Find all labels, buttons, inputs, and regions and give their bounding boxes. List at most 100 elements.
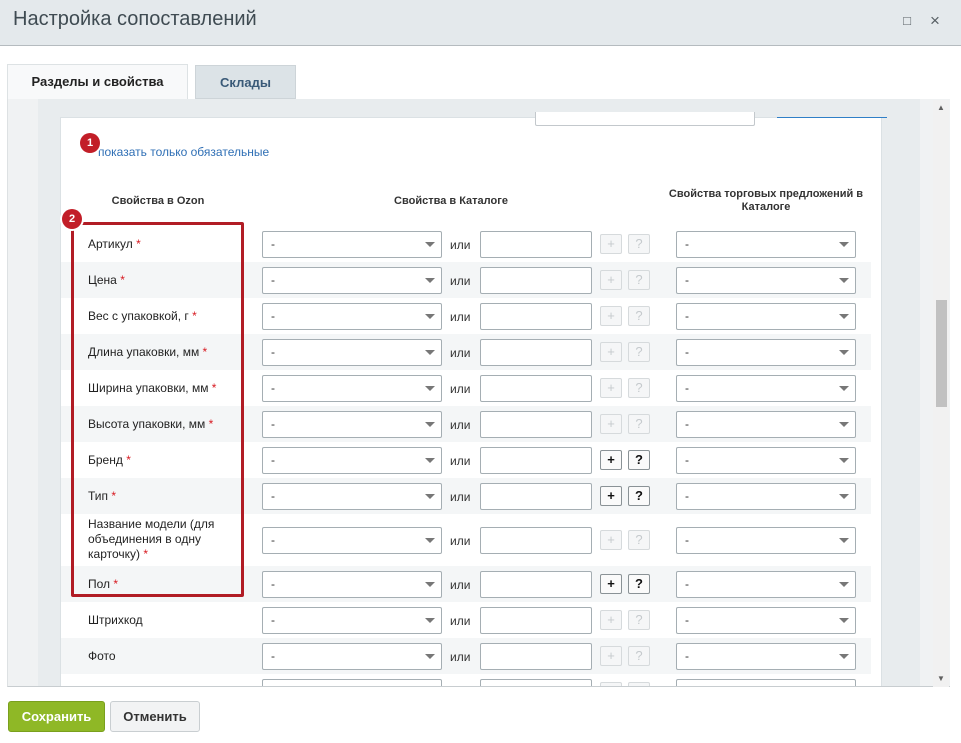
help-button[interactable]: ? bbox=[628, 486, 650, 506]
offer-property-select[interactable]: - bbox=[676, 267, 856, 294]
catalog-property-select[interactable]: - bbox=[262, 267, 442, 294]
chevron-down-icon bbox=[839, 618, 849, 623]
scroll-up-icon[interactable]: ▲ bbox=[933, 100, 949, 116]
help-button[interactable]: ? bbox=[628, 378, 650, 398]
offer-property-select[interactable]: - bbox=[676, 571, 856, 598]
partial-select-above[interactable] bbox=[535, 112, 755, 126]
or-label: или bbox=[450, 490, 471, 504]
help-button[interactable]: ? bbox=[628, 270, 650, 290]
tab-warehouses[interactable]: Склады bbox=[195, 65, 296, 99]
add-value-button[interactable]: + bbox=[600, 486, 622, 506]
custom-value-input[interactable] bbox=[480, 643, 592, 670]
add-value-button[interactable]: + bbox=[600, 306, 622, 326]
annotation-badge-2: 2 bbox=[62, 209, 82, 229]
offer-property-select[interactable]: - bbox=[676, 483, 856, 510]
offer-property-select[interactable]: - bbox=[676, 231, 856, 258]
offer-property-select[interactable]: - bbox=[676, 607, 856, 634]
select-value: - bbox=[685, 381, 689, 395]
custom-value-input[interactable] bbox=[480, 231, 592, 258]
help-button[interactable]: ? bbox=[628, 450, 650, 470]
scrollbar[interactable]: ▲ ▼ bbox=[933, 100, 949, 687]
scroll-down-icon[interactable]: ▼ bbox=[933, 671, 949, 687]
offer-property-select[interactable]: - bbox=[676, 375, 856, 402]
chevron-down-icon bbox=[425, 350, 435, 355]
catalog-property-select[interactable]: - bbox=[262, 339, 442, 366]
help-button[interactable]: ? bbox=[628, 306, 650, 326]
add-value-button[interactable]: + bbox=[600, 530, 622, 550]
add-value-button[interactable]: + bbox=[600, 342, 622, 362]
offer-property-select[interactable]: - bbox=[676, 303, 856, 330]
properties-panel: показать только обязательные 1 Свойства … bbox=[60, 112, 887, 686]
custom-value-input[interactable] bbox=[480, 483, 592, 510]
custom-value-input[interactable] bbox=[480, 267, 592, 294]
help-button[interactable]: ? bbox=[628, 234, 650, 254]
or-label: или bbox=[450, 346, 471, 360]
or-label: или bbox=[450, 274, 471, 288]
custom-value-input[interactable] bbox=[480, 571, 592, 598]
maximize-icon[interactable]: □ bbox=[899, 13, 915, 29]
custom-value-input[interactable] bbox=[480, 679, 592, 686]
save-button[interactable]: Сохранить bbox=[8, 701, 105, 732]
custom-value-input[interactable] bbox=[480, 607, 592, 634]
help-button[interactable]: ? bbox=[628, 530, 650, 550]
help-button[interactable]: ? bbox=[628, 414, 650, 434]
or-label: или bbox=[450, 534, 471, 548]
help-button[interactable]: ? bbox=[628, 342, 650, 362]
scrollbar-thumb[interactable] bbox=[936, 300, 947, 407]
catalog-property-select[interactable]: - bbox=[262, 375, 442, 402]
catalog-property-select[interactable]: - bbox=[262, 643, 442, 670]
close-icon[interactable]: × bbox=[927, 12, 943, 29]
chevron-down-icon bbox=[425, 618, 435, 623]
custom-value-input[interactable] bbox=[480, 303, 592, 330]
select-value: - bbox=[685, 489, 689, 503]
column-header-catalog: Свойства в Каталоге bbox=[394, 195, 508, 207]
add-value-button[interactable]: + bbox=[600, 574, 622, 594]
catalog-property-select[interactable]: - bbox=[262, 231, 442, 258]
catalog-property-select[interactable]: - bbox=[262, 607, 442, 634]
chevron-down-icon bbox=[425, 458, 435, 463]
offer-property-select[interactable]: - bbox=[676, 527, 856, 554]
catalog-property-select[interactable]: - bbox=[262, 447, 442, 474]
offer-property-select[interactable]: - bbox=[676, 411, 856, 438]
add-value-button[interactable]: + bbox=[600, 378, 622, 398]
mapping-dialog: Настройка сопоставлений □ × Разделы и св… bbox=[0, 0, 961, 743]
cancel-button[interactable]: Отменить bbox=[110, 701, 200, 732]
add-value-button[interactable]: + bbox=[600, 414, 622, 434]
mapping-row: или+? bbox=[61, 674, 871, 686]
chevron-down-icon bbox=[425, 654, 435, 659]
add-value-button[interactable]: + bbox=[600, 234, 622, 254]
offer-property-select[interactable]: - bbox=[676, 447, 856, 474]
select-value: - bbox=[685, 345, 689, 359]
help-button[interactable]: ? bbox=[628, 610, 650, 630]
select-value: - bbox=[685, 649, 689, 663]
offer-property-select[interactable] bbox=[676, 679, 856, 686]
catalog-property-select[interactable] bbox=[262, 679, 442, 686]
or-label: или bbox=[450, 650, 471, 664]
help-button[interactable]: ? bbox=[628, 646, 650, 666]
offer-property-select[interactable]: - bbox=[676, 643, 856, 670]
partial-link-above[interactable] bbox=[777, 115, 887, 118]
add-value-button[interactable]: + bbox=[600, 450, 622, 470]
add-value-button[interactable]: + bbox=[600, 270, 622, 290]
catalog-property-select[interactable]: - bbox=[262, 527, 442, 554]
catalog-property-select[interactable]: - bbox=[262, 483, 442, 510]
dialog-title: Настройка сопоставлений bbox=[13, 8, 257, 30]
help-button[interactable]: ? bbox=[628, 574, 650, 594]
select-value: - bbox=[685, 309, 689, 323]
add-value-button[interactable]: + bbox=[600, 610, 622, 630]
offer-property-select[interactable]: - bbox=[676, 339, 856, 366]
catalog-property-select[interactable]: - bbox=[262, 411, 442, 438]
custom-value-input[interactable] bbox=[480, 339, 592, 366]
tab-content: показать только обязательные 1 Свойства … bbox=[7, 99, 950, 687]
custom-value-input[interactable] bbox=[480, 411, 592, 438]
tab-sections-properties[interactable]: Разделы и свойства bbox=[7, 64, 188, 100]
add-value-button[interactable]: + bbox=[600, 646, 622, 666]
select-value: - bbox=[685, 577, 689, 591]
custom-value-input[interactable] bbox=[480, 375, 592, 402]
property-name: Штрихкод bbox=[88, 613, 143, 627]
custom-value-input[interactable] bbox=[480, 447, 592, 474]
catalog-property-select[interactable]: - bbox=[262, 571, 442, 598]
catalog-property-select[interactable]: - bbox=[262, 303, 442, 330]
custom-value-input[interactable] bbox=[480, 527, 592, 554]
show-required-only-link[interactable]: показать только обязательные bbox=[98, 145, 269, 159]
